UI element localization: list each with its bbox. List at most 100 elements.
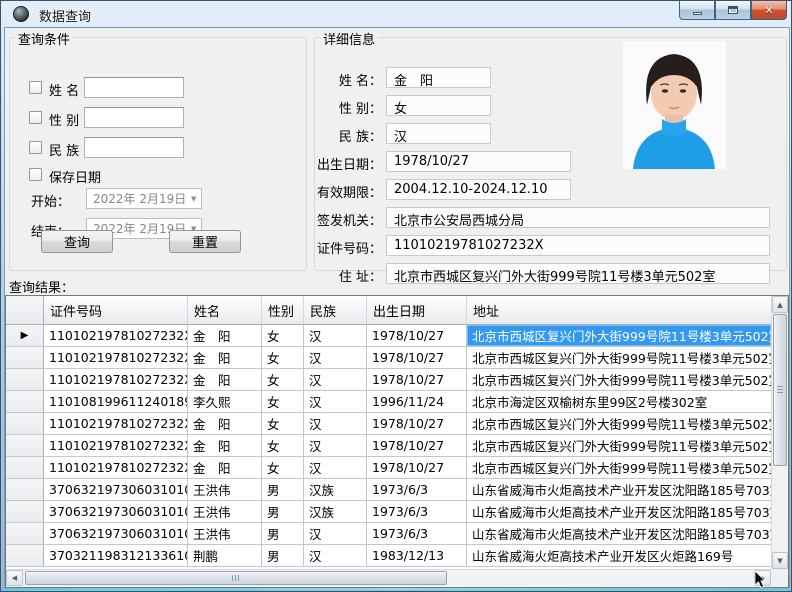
title-bar[interactable]: 数据查询 ✕ — [1, 1, 791, 27]
table-cell[interactable]: 金 阳 — [188, 325, 262, 346]
table-cell[interactable]: 金 阳 — [188, 435, 262, 456]
table-cell[interactable]: 王洪伟 — [188, 523, 262, 544]
filter-label[interactable]: 性 别 — [49, 110, 79, 129]
table-cell[interactable]: 男 — [262, 501, 304, 522]
table-cell[interactable]: 汉 — [304, 413, 367, 434]
table-row[interactable]: 370632197306031010王洪伟男汉族1973/6/3山东省威海市火炬… — [6, 501, 771, 523]
table-row[interactable]: 11010219781027232X金 阳女汉1978/10/27北京市西城区复… — [6, 435, 771, 457]
table-cell[interactable]: 金 阳 — [188, 457, 262, 478]
table-cell[interactable]: 女 — [262, 435, 304, 456]
row-header-cell[interactable] — [6, 435, 44, 456]
column-header[interactable]: 地址 — [467, 296, 771, 324]
table-cell[interactable]: 1973/6/3 — [367, 479, 467, 500]
scroll-up-button[interactable]: ▲ — [772, 296, 788, 313]
table-cell[interactable]: 汉 — [304, 435, 367, 456]
table-cell[interactable]: 11010219781027232X — [44, 369, 188, 390]
table-cell[interactable]: 金 阳 — [188, 369, 262, 390]
filter-label[interactable]: 民 族 — [49, 140, 79, 159]
table-cell[interactable]: 山东省威海市火炬高技术产业开发区沈阳路185号703室 — [467, 479, 771, 500]
table-cell[interactable]: 汉 — [304, 545, 367, 566]
filter-checkbox[interactable] — [29, 141, 42, 154]
detail-field-value[interactable]: 汉 — [386, 123, 491, 144]
row-header-cell[interactable] — [6, 545, 44, 566]
table-cell[interactable]: 李久熙 — [188, 391, 262, 412]
filter-input[interactable] — [84, 77, 184, 98]
table-cell[interactable]: 女 — [262, 457, 304, 478]
table-row[interactable]: 11010219781027232X金 阳女汉1978/10/27北京市西城区复… — [6, 347, 771, 369]
row-header-cell[interactable] — [6, 457, 44, 478]
column-header[interactable]: 出生日期 — [367, 296, 467, 324]
table-cell[interactable]: 1978/10/27 — [367, 325, 467, 346]
table-cell[interactable]: 1978/10/27 — [367, 435, 467, 456]
column-header[interactable]: 姓名 — [188, 296, 262, 324]
table-cell[interactable]: 370632197306031010 — [44, 479, 188, 500]
table-cell[interactable]: 1973/6/3 — [367, 523, 467, 544]
table-cell[interactable]: 北京市西城区复兴门外大街999号院11号楼3单元502室 — [467, 457, 771, 478]
detail-field-value[interactable]: 2004.12.10-2024.12.10 — [386, 179, 571, 200]
column-header[interactable]: 证件号码 — [44, 296, 188, 324]
table-cell[interactable]: 11010219781027232X — [44, 325, 188, 346]
filter-checkbox[interactable] — [29, 111, 42, 124]
detail-field-value[interactable]: 女 — [386, 95, 491, 116]
table-cell[interactable]: 王洪伟 — [188, 501, 262, 522]
reset-button[interactable]: 重置 — [169, 230, 241, 253]
table-cell[interactable]: 北京市海淀区双榆树东里99区2号楼302室 — [467, 391, 771, 412]
horizontal-scrollbar[interactable]: ◀ ▶ — [6, 569, 771, 587]
table-cell[interactable]: 女 — [262, 369, 304, 390]
table-cell[interactable]: 金 阳 — [188, 347, 262, 368]
table-cell[interactable]: 370632197306031010 — [44, 501, 188, 522]
table-cell[interactable]: 汉 — [304, 369, 367, 390]
row-header-cell[interactable] — [6, 501, 44, 522]
table-row[interactable]: 370632197306031010王洪伟男汉1973/6/3山东省威海市火炬高… — [6, 523, 771, 545]
table-cell[interactable]: 汉 — [304, 523, 367, 544]
table-cell[interactable]: 1983/12/13 — [367, 545, 467, 566]
table-cell[interactable]: 男 — [262, 545, 304, 566]
detail-field-value[interactable]: 金 阳 — [386, 67, 491, 88]
filter-input[interactable] — [84, 107, 184, 128]
horizontal-scroll-thumb[interactable] — [25, 571, 447, 585]
table-cell[interactable]: 汉族 — [304, 479, 367, 500]
table-cell[interactable]: 荆鹏 — [188, 545, 262, 566]
table-cell[interactable]: 山东省威海市火炬高技术产业开发区沈阳路185号703室 — [467, 501, 771, 522]
table-row[interactable]: 110108199611240189李久熙女汉1996/11/24北京市海淀区双… — [6, 391, 771, 413]
table-cell[interactable]: 汉 — [304, 325, 367, 346]
table-cell[interactable]: 男 — [262, 479, 304, 500]
table-cell[interactable]: 山东省威海火炬高技术产业开发区火炬路169号 — [467, 545, 771, 566]
table-cell[interactable]: 山东省威海市火炬高技术产业开发区沈阳路185号703室 — [467, 523, 771, 544]
table-cell[interactable]: 汉族 — [304, 501, 367, 522]
scroll-down-button[interactable]: ▼ — [772, 552, 788, 569]
column-header[interactable]: 民族 — [304, 296, 367, 324]
table-cell[interactable]: 1996/11/24 — [367, 391, 467, 412]
table-cell[interactable]: 王洪伟 — [188, 479, 262, 500]
start-date-picker[interactable]: 2022年 2月19日▼ — [86, 188, 202, 209]
table-row[interactable]: 370632197306031010王洪伟男汉族1973/6/3山东省威海市火炬… — [6, 479, 771, 501]
row-header-cell[interactable]: ▶ — [6, 325, 44, 346]
close-button[interactable]: ✕ — [751, 1, 787, 20]
table-row[interactable]: ▶11010219781027232X金 阳女汉1978/10/27北京市西城区… — [6, 325, 771, 347]
row-header-cell[interactable] — [6, 413, 44, 434]
table-cell[interactable]: 110108199611240189 — [44, 391, 188, 412]
row-header-cell[interactable] — [6, 523, 44, 544]
table-cell[interactable]: 北京市西城区复兴门外大街999号院11号楼3单元502室 — [467, 369, 771, 390]
table-cell[interactable]: 北京市西城区复兴门外大街999号院11号楼3单元502室 — [467, 325, 771, 346]
table-cell[interactable]: 女 — [262, 413, 304, 434]
vertical-scroll-thumb[interactable] — [773, 314, 787, 466]
scroll-left-button[interactable]: ◀ — [6, 570, 23, 586]
filter-input[interactable] — [84, 137, 184, 158]
maximize-button[interactable] — [715, 1, 751, 20]
query-button[interactable]: 查询 — [41, 230, 113, 253]
table-cell[interactable]: 北京市西城区复兴门外大街999号院11号楼3单元502室 — [467, 347, 771, 368]
detail-field-value[interactable]: 北京市公安局西城分局 — [386, 207, 770, 228]
table-cell[interactable]: 北京市西城区复兴门外大街999号院11号楼3单元502室 — [467, 413, 771, 434]
table-cell[interactable]: 女 — [262, 325, 304, 346]
column-header[interactable]: 性别 — [262, 296, 304, 324]
filter-checkbox[interactable] — [29, 81, 42, 94]
table-row[interactable]: 11010219781027232X金 阳女汉1978/10/27北京市西城区复… — [6, 457, 771, 479]
table-cell[interactable]: 370632197306031010 — [44, 523, 188, 544]
table-cell[interactable]: 370321198312133610 — [44, 545, 188, 566]
table-cell[interactable]: 汉 — [304, 347, 367, 368]
filter-label[interactable]: 姓 名 — [49, 80, 79, 99]
table-cell[interactable]: 女 — [262, 391, 304, 412]
table-cell[interactable]: 男 — [262, 523, 304, 544]
table-cell[interactable]: 1978/10/27 — [367, 369, 467, 390]
